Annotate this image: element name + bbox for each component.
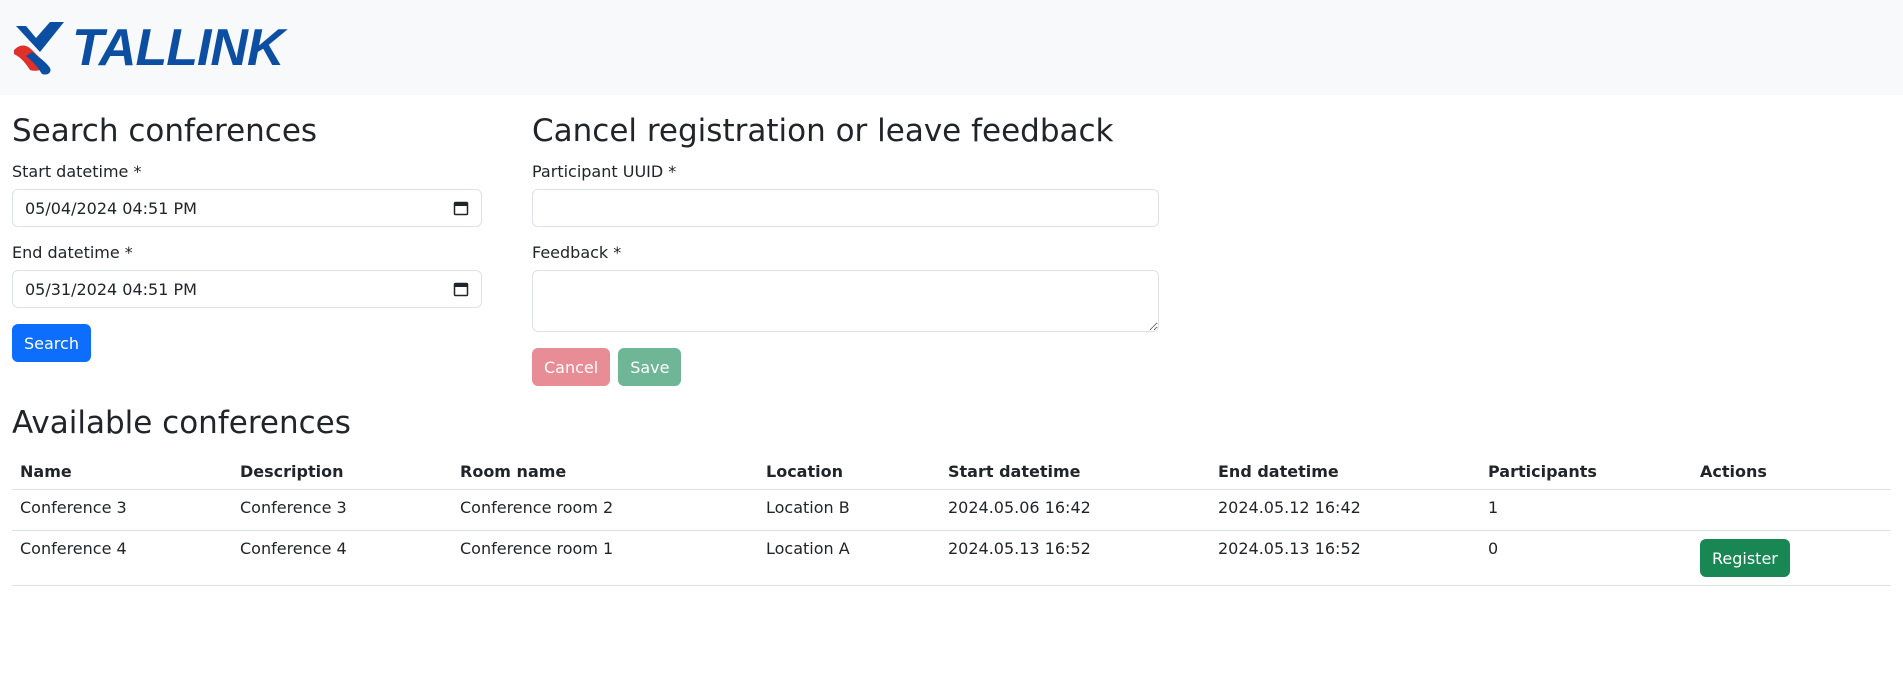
start-datetime-label: Start datetime * — [12, 162, 142, 182]
calendar-icon[interactable] — [453, 200, 469, 216]
end-datetime-value: 05/31/2024 04:51 PM — [25, 279, 197, 299]
cell-start-datetime: 2024.05.13 16:52 — [940, 530, 1210, 587]
column-header-name: Name — [12, 454, 232, 491]
table-header-row: Name Description Room name Location Star… — [12, 454, 1891, 491]
participant-uuid-group: Participant UUID * — [532, 162, 1159, 228]
column-header-location: Location — [758, 454, 940, 491]
cell-end-datetime: 2024.05.13 16:52 — [1210, 530, 1480, 587]
navbar: TALLINK — [0, 0, 1903, 95]
feedback-actions: Cancel Save — [532, 348, 1159, 387]
start-datetime-group: Start datetime * 05/04/2024 04:51 PM — [12, 162, 482, 228]
column-header-participants: Participants — [1480, 454, 1692, 491]
search-heading: Search conferences — [12, 113, 318, 149]
search-button[interactable]: Search — [12, 324, 91, 363]
cell-location: Location B — [758, 489, 940, 532]
end-datetime-group: End datetime * 05/31/2024 04:51 PM — [12, 243, 482, 309]
cell-description: Conference 4 — [232, 530, 452, 587]
cell-participants: 0 — [1480, 530, 1692, 587]
feedback-section: Cancel registration or leave feedback Pa… — [532, 95, 1159, 387]
cell-name: Conference 4 — [12, 530, 232, 587]
tallink-logo-icon — [14, 21, 64, 75]
register-button[interactable]: Register — [1700, 539, 1790, 578]
column-header-start-datetime: Start datetime — [940, 454, 1210, 491]
cell-start-datetime: 2024.05.06 16:42 — [940, 489, 1210, 532]
start-datetime-value: 05/04/2024 04:51 PM — [25, 198, 197, 218]
cell-location: Location A — [758, 530, 940, 587]
cancel-button[interactable]: Cancel — [532, 348, 611, 387]
feedback-heading: Cancel registration or leave feedback — [532, 113, 1114, 149]
participant-uuid-label: Participant UUID * — [532, 162, 677, 182]
forms-area: Search conferences Start datetime * 05/0… — [0, 95, 1903, 405]
cell-room-name: Conference room 2 — [452, 489, 758, 532]
conferences-heading: Available conferences — [12, 405, 351, 441]
conferences-section: Available conferences Name Description R… — [0, 405, 1903, 587]
table-row: Conference 4 Conference 4 Conference roo… — [12, 530, 1891, 587]
column-header-actions: Actions — [1692, 454, 1891, 491]
table-row: Conference 3 Conference 3 Conference roo… — [12, 489, 1891, 532]
brand-logo-link[interactable]: TALLINK — [12, 18, 285, 77]
cell-actions: Register — [1692, 530, 1891, 587]
cell-end-datetime: 2024.05.12 16:42 — [1210, 489, 1480, 532]
cell-description: Conference 3 — [232, 489, 452, 532]
end-datetime-input[interactable]: 05/31/2024 04:51 PM — [12, 270, 482, 309]
participant-uuid-input[interactable] — [532, 189, 1159, 228]
search-section: Search conferences Start datetime * 05/0… — [12, 95, 482, 363]
feedback-label: Feedback * — [532, 243, 622, 263]
feedback-textarea[interactable] — [532, 270, 1159, 333]
calendar-icon[interactable] — [453, 281, 469, 297]
cell-room-name: Conference room 1 — [452, 530, 758, 587]
feedback-group: Feedback * — [532, 243, 1159, 333]
cell-participants: 1 — [1480, 489, 1692, 532]
column-header-description: Description — [232, 454, 452, 491]
cell-name: Conference 3 — [12, 489, 232, 532]
conferences-table: Name Description Room name Location Star… — [12, 454, 1891, 587]
save-button[interactable]: Save — [618, 348, 682, 387]
brand-name: TALLINK — [72, 18, 285, 77]
column-header-end-datetime: End datetime — [1210, 454, 1480, 491]
start-datetime-input[interactable]: 05/04/2024 04:51 PM — [12, 189, 482, 228]
column-header-room-name: Room name — [452, 454, 758, 491]
cell-actions — [1692, 489, 1891, 532]
end-datetime-label: End datetime * — [12, 243, 133, 263]
